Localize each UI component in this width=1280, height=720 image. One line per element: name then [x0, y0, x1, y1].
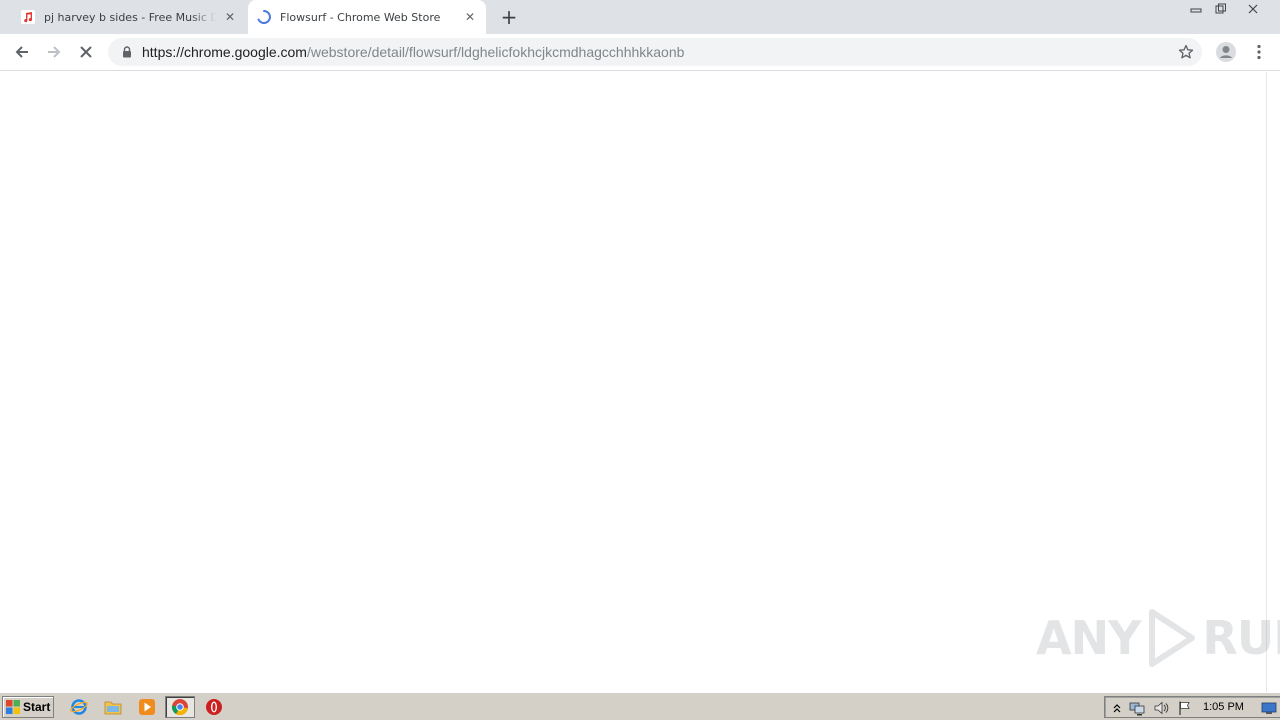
start-button[interactable]: Start — [2, 696, 54, 718]
play-logo-icon — [1149, 609, 1196, 667]
internet-explorer-icon[interactable] — [68, 697, 90, 717]
restore-button[interactable] — [1208, 0, 1234, 18]
action-center-flag-icon[interactable] — [1177, 700, 1193, 716]
close-icon — [1248, 4, 1258, 14]
watermark-text-right: RUN — [1202, 611, 1280, 665]
forward-button[interactable] — [40, 38, 68, 66]
back-arrow-icon — [15, 46, 28, 58]
volume-icon[interactable] — [1153, 700, 1169, 716]
close-window-button[interactable] — [1240, 0, 1266, 18]
system-tray: 1:05 PM — [1104, 696, 1280, 718]
url-host: https://chrome.google.com — [142, 44, 307, 60]
back-button[interactable] — [8, 38, 36, 66]
network-icon[interactable] — [1129, 700, 1145, 716]
chrome-menu-button[interactable] — [1245, 38, 1273, 66]
bookmark-star-button[interactable] — [1172, 38, 1200, 66]
tab-title: pj harvey b sides - Free Music Downl — [44, 10, 216, 24]
tab-close-icon[interactable]: ✕ — [222, 9, 238, 25]
page-viewport[interactable] — [0, 72, 1266, 692]
chevron-up-icon — [1113, 704, 1121, 713]
new-tab-button[interactable]: + — [498, 6, 520, 28]
avatar-icon — [1216, 42, 1236, 62]
windows-taskbar: Start 1:05 PM — [0, 692, 1280, 720]
lock-icon[interactable] — [120, 45, 134, 59]
show-hidden-icons-button[interactable] — [1109, 700, 1125, 716]
music-note-icon — [20, 9, 36, 25]
tab-flowsurf[interactable]: Flowsurf - Chrome Web Store ✕ — [248, 0, 486, 34]
kebab-menu-icon — [1257, 44, 1261, 60]
clock[interactable]: 1:05 PM — [1203, 701, 1244, 713]
browser-toolbar: https://chrome.google.com/webstore/detai… — [0, 34, 1280, 71]
minimize-button[interactable] — [1183, 0, 1209, 18]
watermark-text-left: ANY — [1036, 611, 1141, 665]
star-icon — [1178, 44, 1194, 59]
tab-close-icon[interactable]: ✕ — [462, 9, 478, 25]
windows-logo-icon — [6, 700, 20, 714]
tab-title: Flowsurf - Chrome Web Store — [280, 10, 441, 24]
anyrun-watermark: ANY RUN — [1036, 606, 1280, 670]
profile-button[interactable] — [1212, 38, 1240, 66]
opera-icon[interactable] — [203, 697, 225, 717]
media-player-icon[interactable] — [136, 697, 158, 717]
url-text: https://chrome.google.com/webstore/detai… — [142, 44, 684, 60]
chrome-icon[interactable] — [165, 696, 195, 718]
folder-icon[interactable] — [102, 697, 124, 717]
address-bar[interactable]: https://chrome.google.com/webstore/detai… — [108, 38, 1202, 66]
show-desktop-icon[interactable] — [1261, 700, 1277, 716]
restore-icon — [1215, 3, 1226, 14]
minimize-icon — [1190, 8, 1202, 13]
tab-pj-harvey[interactable]: pj harvey b sides - Free Music Downl ✕ — [12, 0, 246, 34]
tab-strip: pj harvey b sides - Free Music Downl ✕ F… — [0, 0, 1280, 34]
stop-icon — [80, 46, 92, 58]
loading-spinner-icon — [256, 9, 272, 25]
start-label: Start — [23, 700, 51, 714]
url-path: /webstore/detail/flowsurf/ldghelicfokhcj… — [306, 44, 685, 60]
stop-button[interactable] — [72, 38, 100, 66]
forward-arrow-icon — [48, 46, 61, 58]
vertical-scrollbar[interactable] — [1266, 72, 1280, 692]
